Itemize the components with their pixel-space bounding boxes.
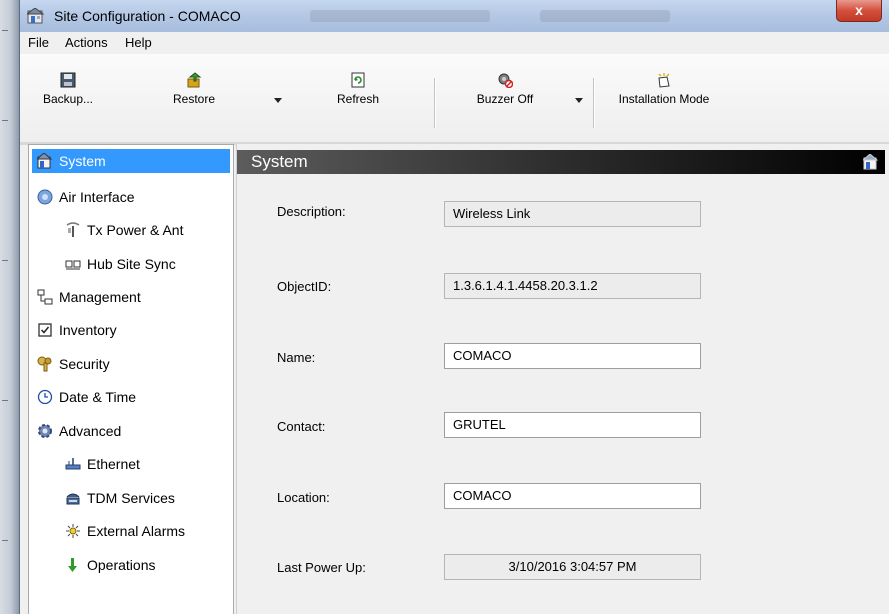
restore-dropdown-arrow-icon[interactable] — [274, 98, 282, 103]
nav-item-tdm-services[interactable]: TDM Services — [65, 486, 175, 510]
air-interface-icon — [37, 189, 53, 205]
nav-item-date-time[interactable]: Date & Time — [37, 385, 136, 409]
restore-button[interactable]: Restore — [168, 72, 220, 106]
sync-icon — [65, 260, 81, 270]
nav-item-label: System — [59, 153, 106, 169]
nav-item-label: External Alarms — [87, 523, 186, 539]
gear-icon — [38, 424, 52, 439]
buzzer-dropdown-arrow-icon[interactable] — [575, 98, 583, 103]
clock-icon — [37, 390, 53, 405]
nav-item-label: Inventory — [59, 322, 117, 338]
navigation-tree: System Air Interface Tx Power & Ant Hub … — [28, 144, 234, 614]
nav-item-label: Operations — [87, 557, 156, 573]
buzzer-off-icon — [498, 73, 513, 88]
system-panel: System Description: Wireless Link Object… — [236, 144, 889, 614]
refresh-label: Refresh — [336, 92, 380, 106]
nav-item-ethernet[interactable]: Ethernet — [65, 452, 140, 476]
window-title: Site Configuration - COMACO — [54, 8, 241, 24]
nav-item-label: Ethernet — [87, 456, 140, 472]
contact-field[interactable]: GRUTEL — [444, 412, 701, 438]
nav-item-advanced[interactable]: Advanced — [37, 419, 121, 443]
close-button[interactable]: x — [836, 0, 882, 22]
nav-item-label: Advanced — [59, 423, 122, 439]
backup-label: Backup... — [42, 92, 94, 106]
tdm-icon — [66, 493, 80, 505]
installation-mode-button[interactable]: Installation Mode — [608, 72, 720, 106]
nav-item-system[interactable]: System — [32, 149, 230, 173]
desktop-edge — [0, 0, 19, 614]
nav-item-label: TDM Services — [87, 490, 175, 506]
alarm-icon — [66, 524, 80, 539]
ethernet-icon — [65, 458, 81, 470]
refresh-icon — [351, 72, 365, 88]
antenna-icon — [66, 222, 80, 238]
nav-item-hub-site-sync[interactable]: Hub Site Sync — [65, 252, 176, 276]
nav-item-management[interactable]: Management — [37, 285, 141, 309]
menu-file[interactable]: File — [28, 35, 49, 50]
nav-item-external-alarms[interactable]: External Alarms — [65, 519, 185, 543]
location-label: Location: — [277, 490, 330, 505]
nav-item-air-interface[interactable]: Air Interface — [37, 185, 134, 209]
installation-mode-icon — [658, 73, 670, 88]
nav-item-label: Date & Time — [59, 389, 137, 405]
toolbar: Backup... Restore Refresh Buzzer Off Ins… — [20, 54, 889, 143]
last-power-up-label: Last Power Up: — [277, 560, 366, 575]
inventory-icon — [38, 323, 52, 337]
panel-title: System — [251, 152, 308, 171]
nav-item-operations[interactable]: Operations — [65, 553, 155, 577]
nav-item-label: Hub Site Sync — [87, 256, 176, 272]
description-label: Description: — [277, 204, 346, 219]
backup-button[interactable]: Backup... — [38, 72, 98, 106]
title-bar[interactable]: Site Configuration - COMACO x — [20, 0, 889, 33]
refresh-button[interactable]: Refresh — [328, 72, 388, 106]
nav-item-label: Security — [59, 356, 110, 372]
down-arrow-icon — [68, 558, 77, 573]
contact-label: Contact: — [277, 419, 326, 434]
toolbar-separator — [593, 78, 595, 128]
nav-item-label: Management — [59, 289, 141, 305]
restore-icon — [187, 72, 202, 88]
buzzer-off-label: Buzzer Off — [476, 92, 534, 106]
last-power-up-field: 3/10/2016 3:04:57 PM — [444, 554, 701, 580]
name-label: Name: — [277, 350, 316, 365]
management-icon — [37, 289, 53, 305]
key-icon — [37, 356, 52, 372]
menu-bar: File Actions Help — [20, 32, 889, 55]
nav-item-inventory[interactable]: Inventory — [37, 318, 117, 342]
restore-label: Restore — [172, 92, 216, 106]
menu-help[interactable]: Help — [125, 35, 152, 50]
nav-item-security[interactable]: Security — [37, 352, 110, 376]
objectid-label: ObjectID: — [277, 279, 332, 294]
nav-item-label: Air Interface — [59, 189, 135, 205]
floppy-disk-icon — [60, 72, 76, 88]
panel-header: System — [237, 150, 885, 174]
nav-item-label: Tx Power & Ant — [87, 222, 184, 238]
name-field[interactable]: COMACO — [444, 343, 701, 369]
location-field[interactable]: COMACO — [444, 483, 701, 509]
menu-actions[interactable]: Actions — [65, 35, 108, 50]
toolbar-separator — [434, 78, 436, 128]
site-config-app-icon — [27, 8, 45, 24]
description-field: Wireless Link — [444, 201, 701, 227]
nav-item-tx-power-ant[interactable]: Tx Power & Ant — [65, 218, 183, 242]
system-icon — [37, 153, 53, 169]
objectid-field: 1.3.6.1.4.1.4458.20.3.1.2 — [444, 273, 701, 299]
buzzer-off-button[interactable]: Buzzer Off — [467, 72, 543, 106]
system-icon — [863, 154, 879, 170]
installation-mode-label: Installation Mode — [618, 92, 710, 106]
site-configuration-window: Site Configuration - COMACO x File Actio… — [19, 0, 889, 614]
